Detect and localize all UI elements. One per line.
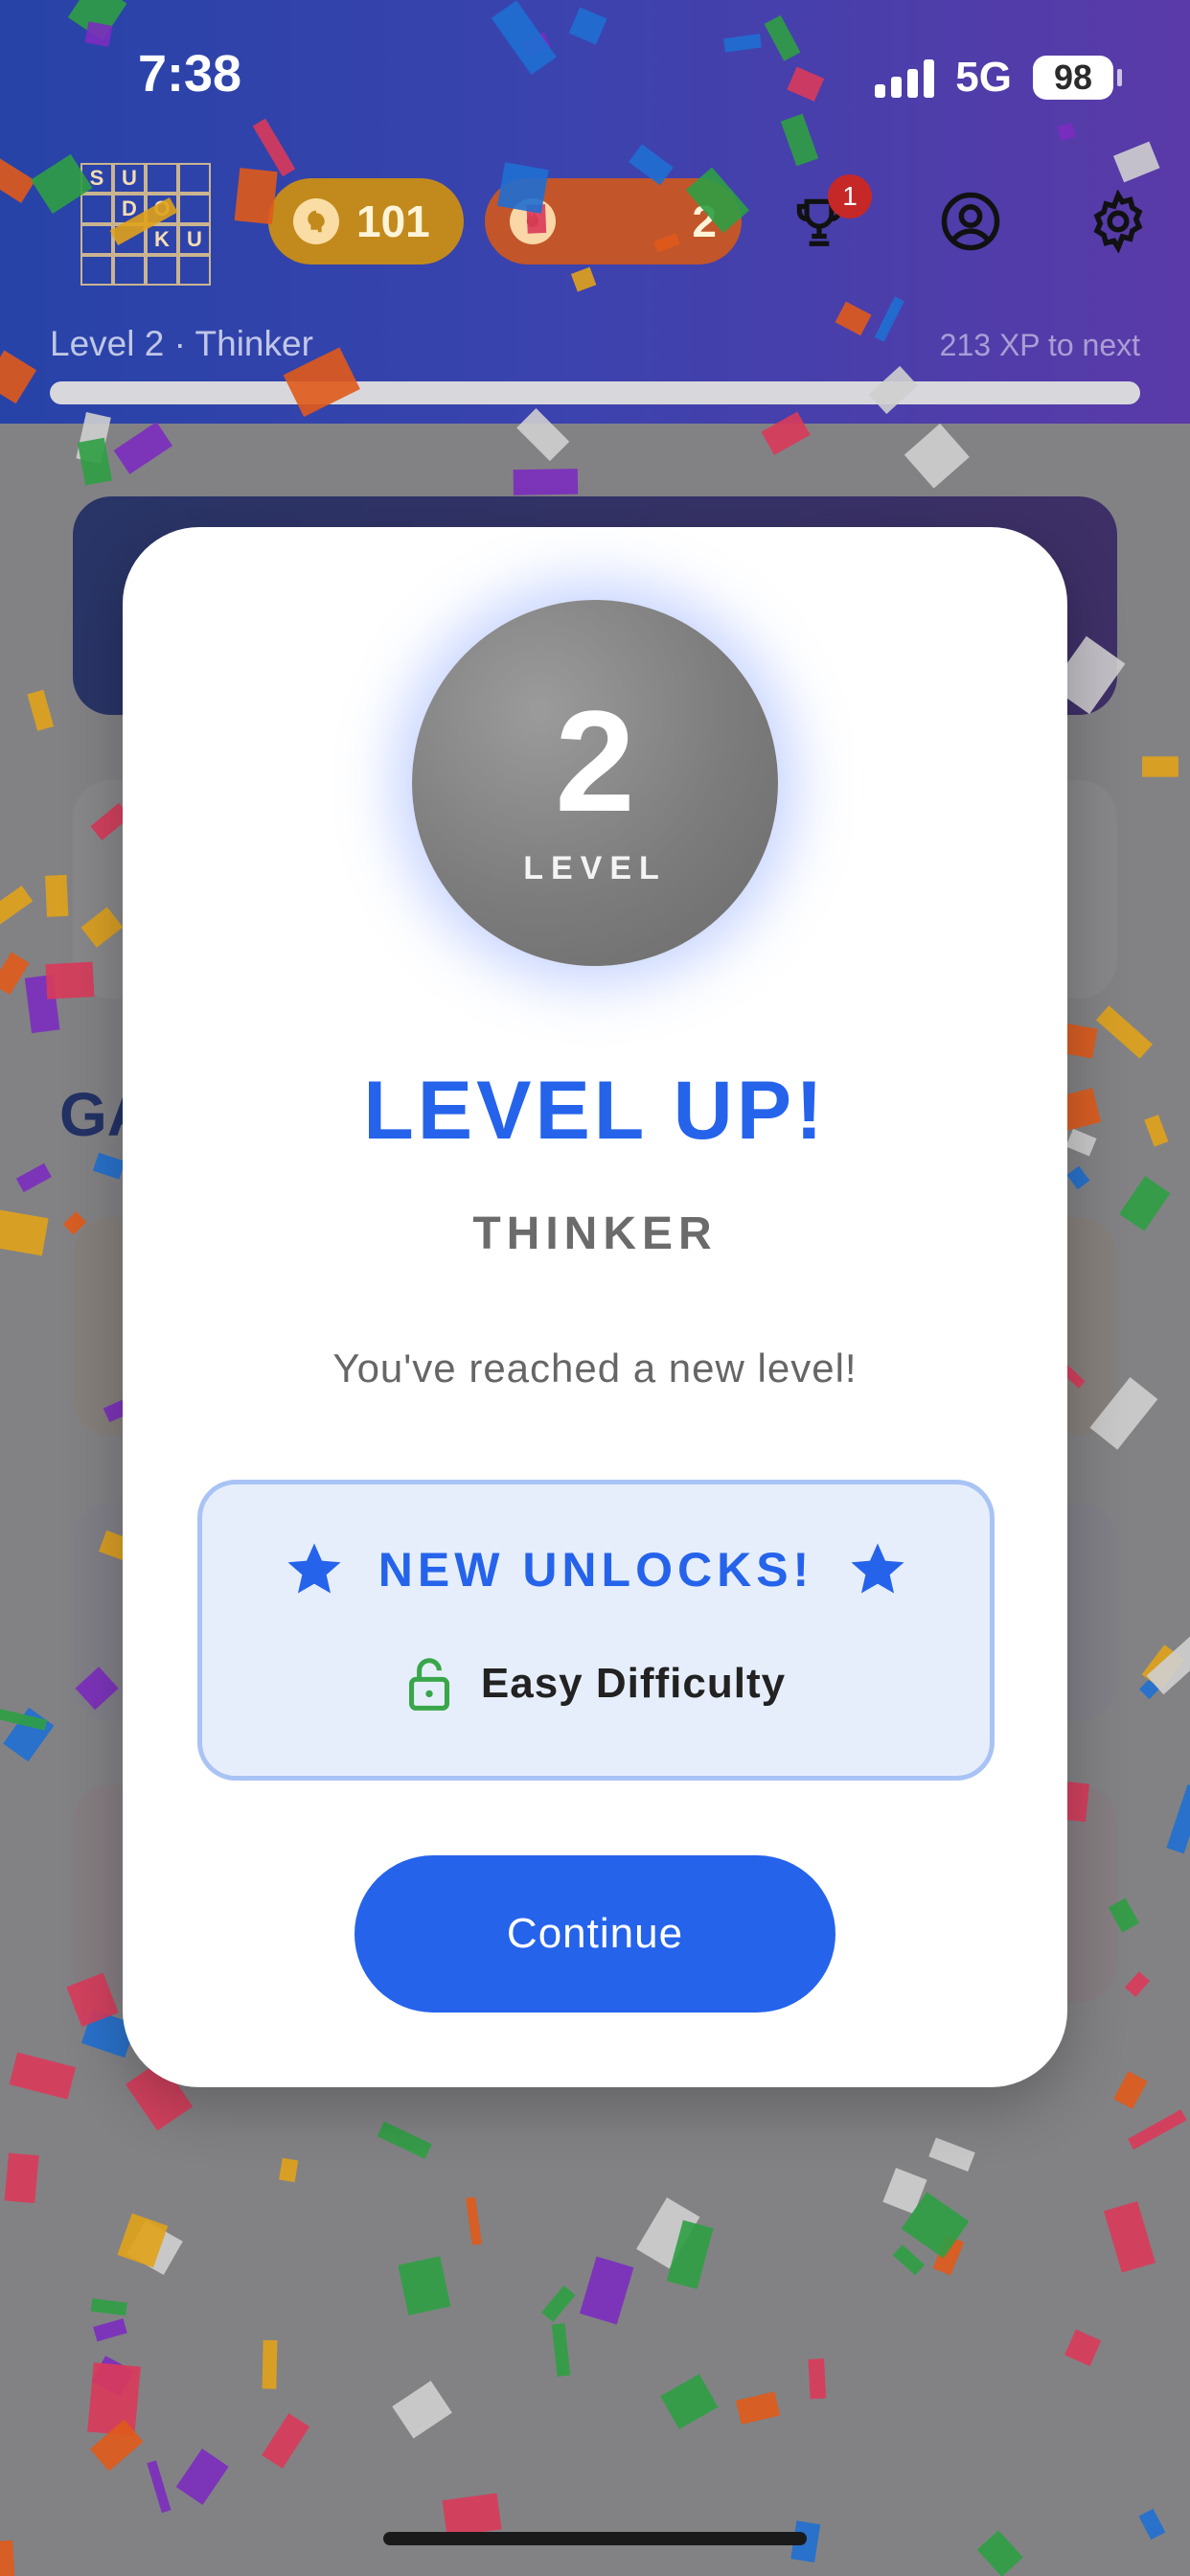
logo-cell: D bbox=[113, 194, 146, 224]
level-label: Level 2 · Thinker bbox=[50, 324, 313, 363]
status-indicators: 5G 98 bbox=[875, 54, 1122, 102]
home-indicator bbox=[383, 2532, 807, 2545]
logo-cell bbox=[113, 255, 146, 286]
network-type: 5G bbox=[955, 54, 1012, 101]
settings-button[interactable] bbox=[1075, 178, 1161, 264]
dialog-message: You've reached a new level! bbox=[332, 1346, 858, 1391]
brain-points-value: 101 bbox=[356, 196, 430, 246]
flame-icon bbox=[510, 198, 556, 244]
profile-button[interactable] bbox=[927, 178, 1014, 264]
rank-name: THINKER bbox=[472, 1208, 718, 1259]
xp-progress-bar bbox=[50, 381, 1140, 404]
brain-icon bbox=[293, 198, 339, 244]
brain-points-pill[interactable]: 101 bbox=[268, 178, 464, 264]
unlocks-header: NEW UNLOCKS! bbox=[202, 1538, 990, 1601]
logo-cell bbox=[178, 255, 211, 286]
level-up-dialog: 2 LEVEL LEVEL UP! THINKER You've reached… bbox=[123, 527, 1067, 2087]
level-number: 2 bbox=[555, 679, 635, 841]
logo-cell bbox=[80, 255, 113, 286]
status-bar: 7:38 5G 98 bbox=[0, 0, 1190, 153]
notification-badge: 1 bbox=[828, 174, 872, 218]
logo-cell bbox=[113, 224, 146, 255]
xp-to-next: 213 XP to next bbox=[939, 328, 1140, 362]
streak-pill[interactable]: 2 bbox=[485, 178, 742, 264]
unlocks-panel: NEW UNLOCKS! Easy Difficulty bbox=[197, 1480, 995, 1781]
logo-cell: K bbox=[146, 224, 178, 255]
continue-button[interactable]: Continue bbox=[355, 1855, 835, 2012]
logo-cell bbox=[80, 194, 113, 224]
logo-cell bbox=[146, 255, 178, 286]
logo-cell bbox=[178, 163, 211, 194]
level-badge: 2 LEVEL bbox=[412, 600, 778, 966]
profile-icon bbox=[941, 192, 1000, 251]
level-word: LEVEL bbox=[523, 849, 667, 886]
logo-cell bbox=[178, 194, 211, 224]
logo-cell: O bbox=[146, 194, 178, 224]
dialog-title: LEVEL UP! bbox=[363, 1065, 827, 1157]
logo-cell: S bbox=[80, 163, 113, 194]
lock-open-icon bbox=[408, 1658, 449, 1711]
battery-indicator: 98 bbox=[1033, 56, 1122, 100]
star-icon bbox=[287, 1543, 341, 1594]
cellular-signal-icon bbox=[875, 58, 935, 98]
app-header: 7:38 5G 98 SUDOKU 101 2 1 Level 2 · Thin… bbox=[0, 0, 1190, 424]
streak-value: 2 bbox=[692, 196, 717, 246]
logo-cell: U bbox=[178, 224, 211, 255]
unlock-item: Easy Difficulty bbox=[202, 1655, 990, 1713]
app-logo: SUDOKU bbox=[80, 163, 215, 289]
gear-icon bbox=[1093, 190, 1143, 253]
logo-cell: U bbox=[113, 163, 146, 194]
logo-cell bbox=[146, 163, 178, 194]
star-icon bbox=[851, 1543, 904, 1594]
logo-cell bbox=[80, 224, 113, 255]
unlocks-title: NEW UNLOCKS! bbox=[378, 1543, 814, 1597]
status-time: 7:38 bbox=[138, 45, 242, 103]
unlock-item-label: Easy Difficulty bbox=[480, 1660, 787, 1707]
